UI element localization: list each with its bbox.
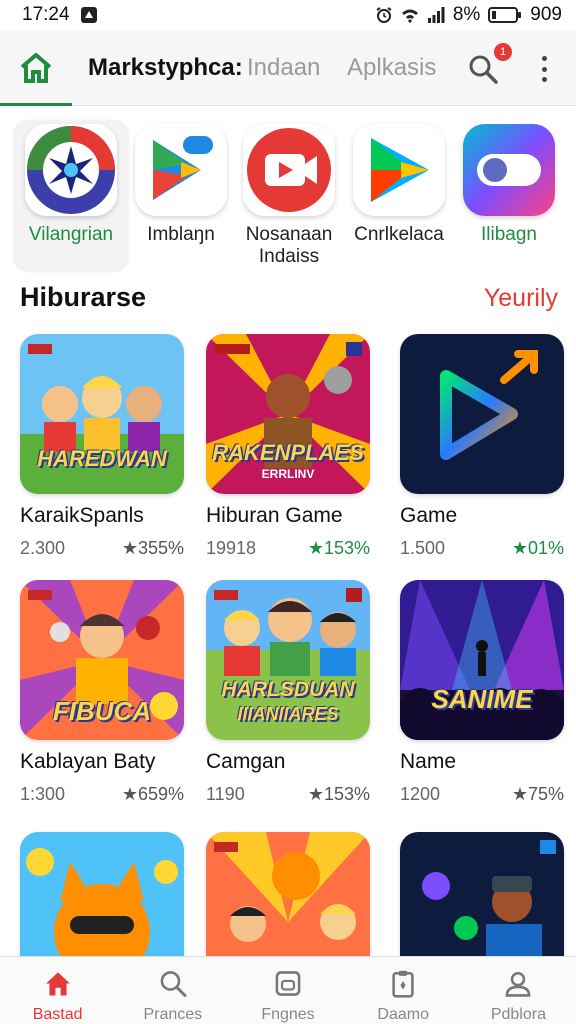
store-home-icon	[20, 53, 52, 83]
game-card[interactable]: FIBUCA Kablayan Baty 1:300 ★659%	[20, 580, 184, 805]
compass-star-icon	[25, 124, 117, 216]
game-thumbnail: SANIME	[400, 580, 564, 740]
game-rating: ★01%	[511, 538, 564, 558]
signal-icon	[427, 6, 445, 24]
gamepad-icon	[275, 971, 301, 996]
nav-label: Pdblora	[490, 1006, 546, 1023]
more-dot-icon	[541, 66, 547, 72]
game-name: KaraikSpanls	[20, 504, 144, 527]
featured-app[interactable]: Ilibagn	[452, 120, 566, 270]
game-thumbnail-title: FIBUCA	[52, 696, 152, 726]
featured-app[interactable]: Nosanaan Indaiss	[232, 120, 346, 270]
game-card[interactable]: RAKENPLAES ERRLINV Hiburan Game 19918 ★1…	[206, 334, 370, 559]
featured-app-label: Imblaŋn	[147, 224, 215, 245]
game-thumbnail: HARLSDUAN IIIANIIARES	[206, 580, 370, 740]
alarm-icon	[375, 6, 393, 24]
top-app-bar: Markstyphca: Indaan Aplkasis 1	[0, 30, 576, 106]
game-thumbnail-subtitle: ERRLINV	[261, 467, 315, 481]
nav-label: Bastad	[32, 1006, 83, 1023]
game-name: Camgan	[206, 750, 286, 773]
game-thumbnail	[400, 334, 564, 494]
game-name: Name	[400, 750, 457, 773]
game-thumbnail-title: HAREDWAN	[37, 446, 167, 471]
featured-app[interactable]: Vilangrian	[14, 120, 128, 270]
game-downloads: 2.300	[20, 538, 66, 558]
search-icon	[160, 971, 187, 997]
game-rating: ★153%	[307, 538, 370, 558]
game-downloads: 19918	[206, 538, 257, 558]
game-downloads: 1200	[400, 784, 441, 804]
game-name: Game	[400, 504, 458, 527]
tab-installed[interactable]: Indaan	[247, 54, 320, 82]
game-rating: ★153%	[307, 784, 370, 804]
battery-icon	[488, 6, 522, 24]
featured-app-label: Vilangrian	[28, 224, 114, 245]
featured-app[interactable]: Imblaŋn	[124, 120, 238, 270]
bottom-navigation: Bastad Prances Fngnes Daamo Pdblora	[0, 956, 576, 1024]
game-card[interactable]: SANIME Name 1200 ★75%	[400, 580, 564, 805]
nav-item-library[interactable]: Daamo	[346, 957, 461, 1024]
game-downloads: 1:300	[20, 784, 66, 804]
game-downloads: 1190	[206, 784, 245, 804]
nav-item-search[interactable]: Prances	[115, 957, 230, 1024]
game-rating: ★75%	[511, 784, 564, 804]
battery-percent: 8%	[452, 4, 481, 25]
active-tab-indicator	[0, 103, 72, 106]
home-tab[interactable]	[0, 30, 72, 106]
nav-item-profile[interactable]: Pdblora	[461, 957, 576, 1024]
game-thumbnail-title: SANIME	[431, 684, 533, 714]
video-player-icon	[243, 124, 335, 216]
wifi-icon	[401, 6, 419, 24]
featured-app[interactable]: Cnrlkelaca	[342, 120, 456, 270]
game-rating: ★659%	[121, 784, 184, 804]
status-extra: 909	[530, 4, 562, 25]
game-downloads: 1.500	[400, 538, 446, 558]
featured-app-label: Ilibagn	[481, 224, 537, 245]
nav-item-home[interactable]: Bastad	[0, 957, 115, 1024]
nav-label: Fngnes	[261, 1006, 315, 1023]
game-card[interactable]: HAREDWAN KaraikSpanls 2.300 ★355%	[20, 334, 184, 559]
game-thumbnail: FIBUCA	[20, 580, 184, 740]
clipboard-icon	[392, 970, 414, 998]
nav-label: Daamo	[377, 1006, 429, 1023]
status-bar: 17:24 8% 909	[0, 0, 576, 30]
more-options-button[interactable]	[534, 54, 554, 84]
more-dot-icon	[541, 56, 547, 61]
section-see-more-link[interactable]: Yeurily	[484, 284, 558, 313]
toggle-icon	[463, 124, 555, 216]
game-thumbnail-title: RAKENPLAES	[212, 440, 364, 465]
play-store-icon	[135, 124, 227, 216]
featured-app-label: Cnrlkelaca	[354, 224, 444, 245]
game-thumbnail: RAKENPLAES ERRLINV	[206, 334, 370, 494]
game-name: Kablayan Baty	[20, 750, 156, 773]
game-thumbnail-subtitle: IIIANIIARES	[237, 704, 339, 724]
featured-app-label: Nosanaan Indaiss	[245, 224, 333, 267]
game-thumbnail-title: HARLSDUAN	[221, 678, 355, 701]
nav-item-games[interactable]: Fngnes	[230, 957, 345, 1024]
game-card[interactable]: Game 1.500 ★01%	[400, 334, 564, 559]
notification-badge: 1	[494, 43, 512, 61]
game-rating: ★355%	[121, 538, 184, 558]
home-icon	[45, 972, 70, 996]
notification-app-icon	[80, 6, 98, 24]
status-time: 17:24	[22, 4, 70, 25]
play-triangle-icon	[353, 124, 445, 216]
store-title: Markstyphca:	[88, 54, 243, 81]
more-dot-icon	[541, 77, 547, 82]
game-name: Hiburan Game	[206, 504, 343, 527]
tab-apps[interactable]: Aplkasis	[347, 54, 436, 82]
nav-label: Prances	[143, 1006, 203, 1023]
profile-icon	[506, 971, 531, 997]
game-card[interactable]: HARLSDUAN IIIANIIARES Camgan 1190 ★153%	[206, 580, 370, 805]
section-title: Hiburarse	[20, 282, 147, 312]
game-thumbnail: HAREDWAN	[20, 334, 184, 494]
